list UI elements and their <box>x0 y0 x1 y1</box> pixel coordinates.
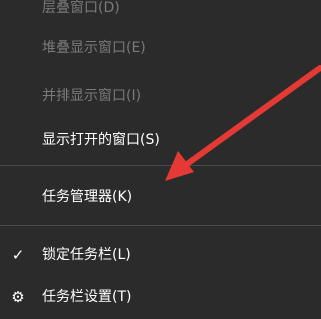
menu-item-label: 显示打开的窗口(S) <box>42 132 160 148</box>
menu-item-show-desktop-windows[interactable]: 显示打开的窗口(S) <box>0 122 321 158</box>
menu-item-stack-windows[interactable]: 堆叠显示窗口(E) <box>0 30 321 66</box>
taskbar-context-menu: 层叠窗口(D) 堆叠显示窗口(E) 并排显示窗口(I) 显示打开的窗口(S) 任… <box>0 0 321 319</box>
menu-item-lock-taskbar[interactable]: ✓ 锁定任务栏(L) <box>0 237 321 273</box>
checkmark-icon: ✓ <box>11 246 25 264</box>
menu-item-cascade-windows[interactable]: 层叠窗口(D) <box>0 0 321 26</box>
menu-item-label: 任务管理器(K) <box>42 189 133 205</box>
menu-item-label: 堆叠显示窗口(E) <box>42 40 146 56</box>
gear-icon: ⚙ <box>11 288 25 306</box>
menu-item-label: 层叠窗口(D) <box>42 0 120 16</box>
menu-item-label: 并排显示窗口(I) <box>42 88 142 104</box>
menu-item-label: 锁定任务栏(L) <box>42 247 131 263</box>
menu-item-label: 任务栏设置(T) <box>42 289 132 305</box>
menu-separator <box>0 225 321 226</box>
menu-item-side-by-side-windows[interactable]: 并排显示窗口(I) <box>0 78 321 114</box>
menu-item-taskbar-settings[interactable]: ⚙ 任务栏设置(T) <box>0 279 321 315</box>
menu-separator <box>0 165 321 166</box>
menu-item-task-manager[interactable]: 任务管理器(K) <box>0 179 321 215</box>
